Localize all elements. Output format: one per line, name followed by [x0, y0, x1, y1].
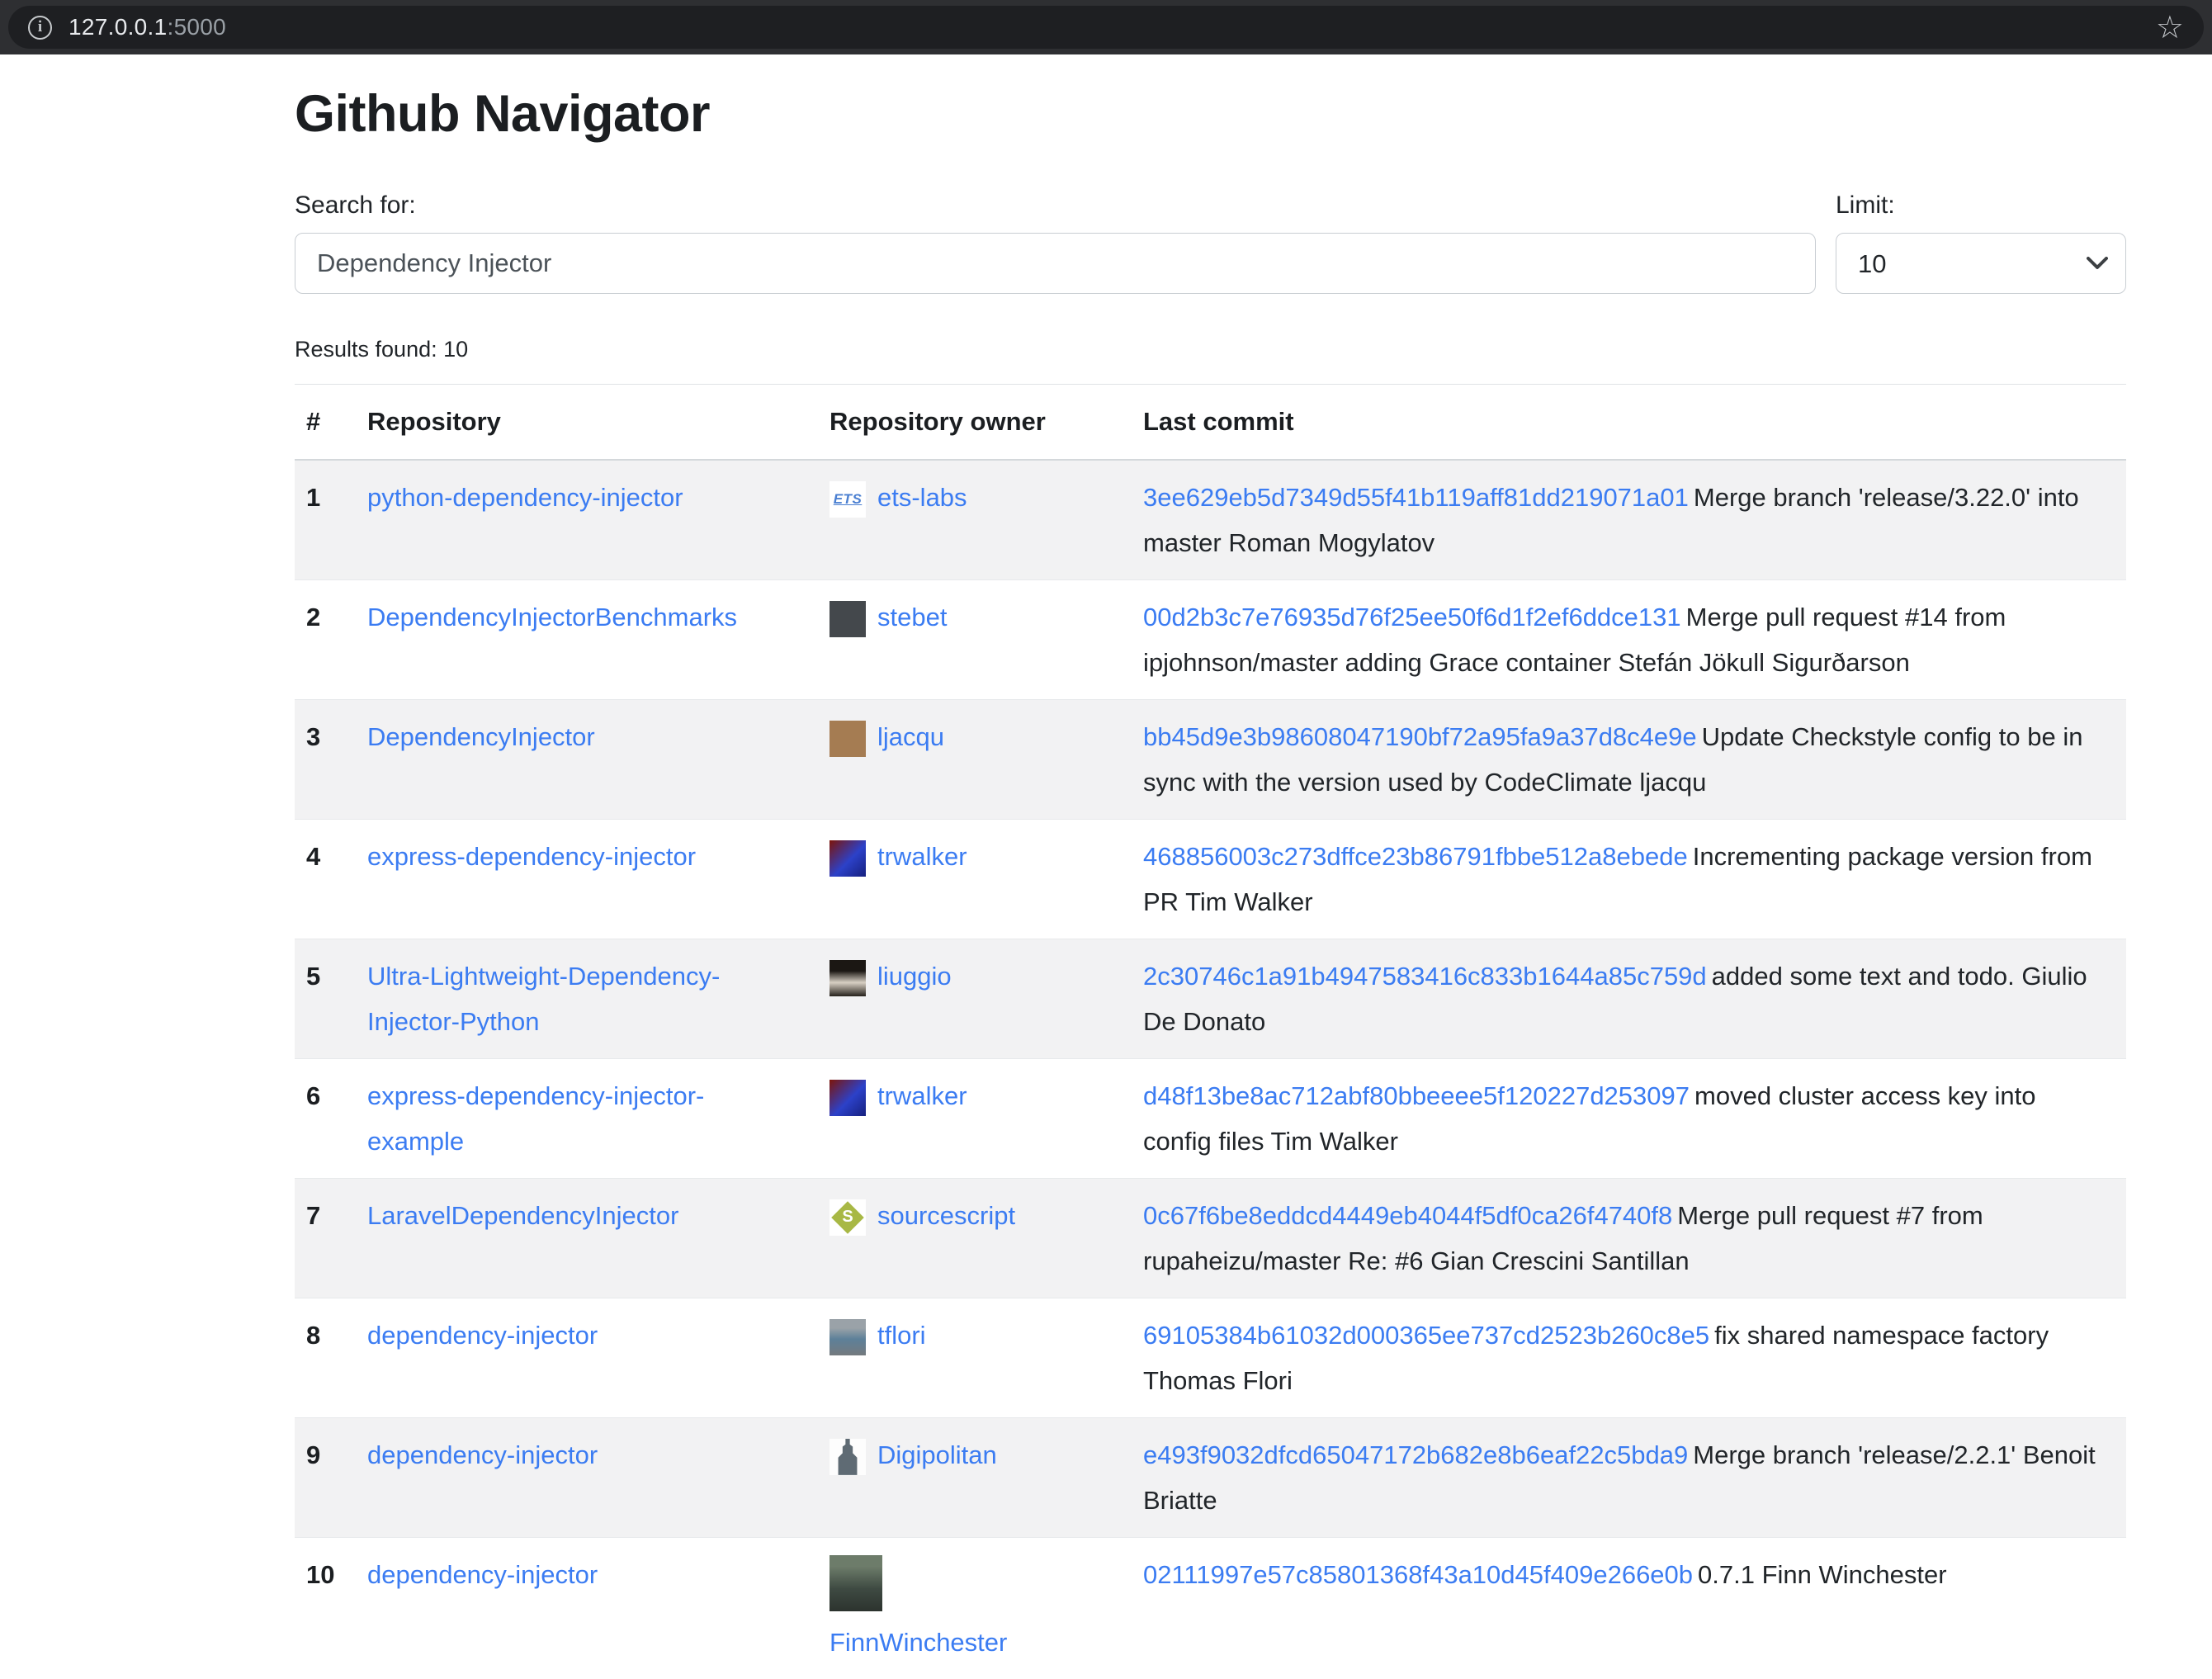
- table-row: 1 python-dependency-injector ETS ets-labs…: [295, 460, 2126, 580]
- commit-hash-link[interactable]: 3ee629eb5d7349d55f41b119aff81dd219071a01: [1143, 483, 1689, 512]
- commit-message: 0.7.1 Finn Winchester: [1698, 1560, 1947, 1589]
- repo-link[interactable]: python-dependency-injector: [367, 483, 683, 512]
- results-summary: Results found: 10: [295, 337, 2126, 362]
- owner-avatar: [830, 1555, 882, 1611]
- column-header-repository: Repository: [347, 385, 810, 461]
- owner-link[interactable]: trwalker: [877, 1081, 967, 1110]
- owner-avatar: [830, 1439, 866, 1475]
- table-header-row: # Repository Repository owner Last commi…: [295, 385, 2126, 461]
- avatar-glyph: ETS: [834, 481, 863, 518]
- row-index: 9: [295, 1418, 347, 1538]
- repo-link[interactable]: dependency-injector: [367, 1440, 598, 1469]
- commit-hash-link[interactable]: d48f13be8ac712abf80bbeeee5f120227d253097: [1143, 1081, 1690, 1110]
- commit-hash-link[interactable]: 02111997e57c85801368f43a10d45f409e266e0b: [1143, 1560, 1693, 1589]
- owner-link[interactable]: ets-labs: [877, 483, 967, 512]
- owner-avatar: [830, 840, 866, 877]
- row-index: 5: [295, 939, 347, 1059]
- avatar-glyph: S: [842, 1199, 853, 1236]
- page-content: Github Navigator Search for: Limit: 10 R…: [0, 54, 2212, 1679]
- search-input[interactable]: [295, 233, 1816, 294]
- owner-avatar: [830, 960, 866, 996]
- repo-link[interactable]: Ultra-Lightweight-Dependency-Injector-Py…: [367, 962, 720, 1036]
- owner-link[interactable]: FinnWinchester: [830, 1628, 1007, 1657]
- commit-hash-link[interactable]: 69105384b61032d000365ee737cd2523b260c8e5: [1143, 1321, 1709, 1350]
- owner-avatar: ETS: [830, 481, 866, 518]
- repo-link[interactable]: LaravelDependencyInjector: [367, 1201, 678, 1230]
- search-label: Search for:: [295, 192, 1816, 220]
- table-row: 10 dependency-injector FinnWinchester 02…: [295, 1538, 2126, 1679]
- owner-link[interactable]: trwalker: [877, 842, 967, 871]
- table-row: 8 dependency-injector tflori 69105384b61…: [295, 1298, 2126, 1418]
- bookmark-star-icon[interactable]: ☆: [2156, 12, 2184, 43]
- owner-avatar: [830, 721, 866, 757]
- browser-bar: i 127.0.0.1:5000 ☆: [0, 0, 2212, 54]
- column-header-last-commit: Last commit: [1123, 385, 2126, 461]
- owner-avatar: [830, 1319, 866, 1355]
- table-row: 5 Ultra-Lightweight-Dependency-Injector-…: [295, 939, 2126, 1059]
- column-header-owner: Repository owner: [810, 385, 1123, 461]
- results-table: # Repository Repository owner Last commi…: [295, 384, 2126, 1679]
- owner-link[interactable]: Digipolitan: [877, 1440, 997, 1469]
- row-index: 4: [295, 820, 347, 939]
- owner-avatar: S: [830, 1199, 866, 1236]
- table-row: 4 express-dependency-injector trwalker 4…: [295, 820, 2126, 939]
- address-bar[interactable]: i 127.0.0.1:5000 ☆: [8, 6, 2204, 49]
- column-header-index: #: [295, 385, 347, 461]
- table-row: 7 LaravelDependencyInjector Ssourcescrip…: [295, 1179, 2126, 1298]
- row-index: 8: [295, 1298, 347, 1418]
- owner-avatar: [830, 1080, 866, 1116]
- repo-link[interactable]: dependency-injector: [367, 1321, 598, 1350]
- commit-hash-link[interactable]: bb45d9e3b98608047190bf72a95fa9a37d8c4e9e: [1143, 722, 1697, 751]
- owner-link[interactable]: stebet: [877, 603, 947, 631]
- repo-link[interactable]: express-dependency-injector-example: [367, 1081, 704, 1156]
- owner-link[interactable]: sourcescript: [877, 1201, 1015, 1230]
- url-host: 127.0.0.1: [69, 14, 167, 40]
- repo-link[interactable]: dependency-injector: [367, 1560, 598, 1589]
- row-index: 2: [295, 580, 347, 700]
- page-title: Github Navigator: [295, 84, 2126, 144]
- owner-link[interactable]: ljacqu: [877, 722, 944, 751]
- search-form: Search for: Limit: 10: [295, 192, 2126, 294]
- repo-link[interactable]: express-dependency-injector: [367, 842, 696, 871]
- commit-hash-link[interactable]: 2c30746c1a91b4947583416c833b1644a85c759d: [1143, 962, 1707, 991]
- table-row: 6 express-dependency-injector-example tr…: [295, 1059, 2126, 1179]
- site-info-icon[interactable]: i: [28, 16, 52, 40]
- row-index: 10: [295, 1538, 347, 1679]
- row-index: 3: [295, 700, 347, 820]
- commit-hash-link[interactable]: 468856003c273dffce23b86791fbbe512a8ebede: [1143, 842, 1688, 871]
- commit-hash-link[interactable]: 0c67f6be8eddcd4449eb4044f5df0ca26f4740f8: [1143, 1201, 1672, 1230]
- owner-link[interactable]: liuggio: [877, 962, 952, 991]
- row-index: 6: [295, 1059, 347, 1179]
- url-text: 127.0.0.1:5000: [69, 14, 226, 40]
- table-row: 2 DependencyInjectorBenchmarks stebet 00…: [295, 580, 2126, 700]
- limit-select[interactable]: 10: [1836, 233, 2126, 294]
- row-index: 7: [295, 1179, 347, 1298]
- row-index: 1: [295, 460, 347, 580]
- owner-avatar: [830, 601, 866, 637]
- search-field-group: Search for:: [295, 192, 1816, 294]
- limit-field-group: Limit: 10: [1836, 192, 2126, 294]
- repo-link[interactable]: DependencyInjectorBenchmarks: [367, 603, 737, 631]
- url-port: :5000: [167, 14, 226, 40]
- owner-link[interactable]: tflori: [877, 1321, 926, 1350]
- table-row: 9 dependency-injector Digipolitan e493f9…: [295, 1418, 2126, 1538]
- commit-hash-link[interactable]: 00d2b3c7e76935d76f25ee50f6d1f2ef6ddce131: [1143, 603, 1681, 631]
- commit-hash-link[interactable]: e493f9032dfcd65047172b682e8b6eaf22c5bda9: [1143, 1440, 1688, 1469]
- table-row: 3 DependencyInjector ljacqu bb45d9e3b986…: [295, 700, 2126, 820]
- limit-label: Limit:: [1836, 192, 2126, 220]
- repo-link[interactable]: DependencyInjector: [367, 722, 595, 751]
